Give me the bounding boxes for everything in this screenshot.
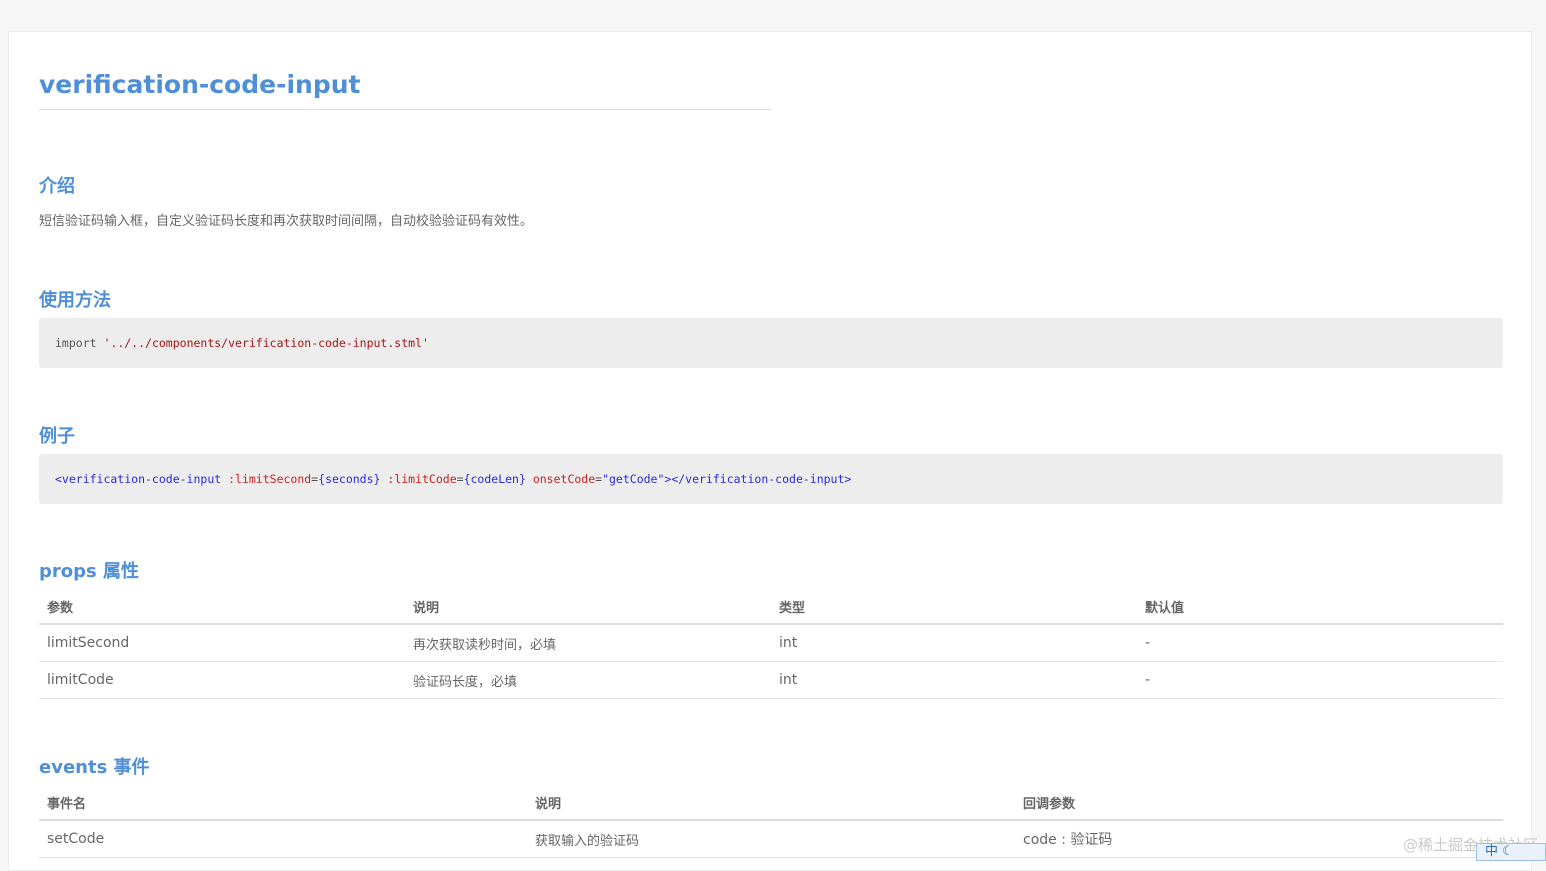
table-header-cell: 说明 — [405, 589, 771, 625]
table-cell: - — [1137, 661, 1503, 699]
ime-tray[interactable]: 中 ☾ — [1476, 843, 1546, 861]
props-heading: props 属性 — [39, 561, 139, 582]
table-cell: 获取输入的验证码 — [527, 820, 1015, 858]
table-cell: int — [771, 661, 1137, 699]
table-cell: 再次获取读秒时间，必填 — [405, 624, 771, 662]
table-cell: limitSecond — [39, 624, 405, 662]
page-title: verification-code-input — [39, 70, 361, 99]
usage-code-block: import '../../components/verification-co… — [39, 318, 1503, 368]
table-header-row: 事件名 说明 回调参数 — [39, 785, 1503, 821]
table-row: setCode 获取输入的验证码 code : 验证码 — [39, 820, 1503, 858]
table-cell: - — [1137, 624, 1503, 662]
code-attr-limit-second: :limitSecond — [228, 472, 312, 486]
table-header-cell: 说明 — [527, 785, 1015, 821]
intro-heading: 介绍 — [39, 176, 75, 197]
ime-label: 中 — [1485, 844, 1499, 859]
table-header-cell: 事件名 — [39, 785, 527, 821]
table-cell: 验证码长度，必填 — [405, 661, 771, 699]
table-row: limitSecond 再次获取读秒时间，必填 int - — [39, 624, 1503, 662]
table-header-cell: 类型 — [771, 589, 1137, 625]
code-val-seconds: {seconds} — [318, 472, 381, 486]
code-eq: = — [456, 472, 464, 486]
table-header-cell: 参数 — [39, 589, 405, 625]
document-page: verification-code-input 介绍 短信验证码输入框，自定义验… — [8, 31, 1532, 871]
code-attr-onsetcode: onsetCode — [532, 472, 596, 486]
moon-icon: ☾ — [1502, 844, 1514, 859]
table-header-cell: 回调参数 — [1015, 785, 1503, 821]
events-heading: events 事件 — [39, 757, 150, 778]
code-attr-limit-code: :limitCode — [387, 472, 457, 486]
example-heading: 例子 — [39, 426, 75, 447]
code-import-keyword: import — [55, 336, 97, 350]
usage-heading: 使用方法 — [39, 290, 111, 311]
table-cell: limitCode — [39, 661, 405, 699]
table-header-cell: 默认值 — [1137, 589, 1503, 625]
props-table: 参数 说明 类型 默认值 limitSecond 再次获取读秒时间，必填 int… — [39, 589, 1503, 699]
table-cell: int — [771, 624, 1137, 662]
intro-text: 短信验证码输入框，自定义验证码长度和再次获取时间间隔，自动校验验证码有效性。 — [39, 214, 534, 229]
table-header-row: 参数 说明 类型 默认值 — [39, 589, 1503, 625]
events-table: 事件名 说明 回调参数 setCode 获取输入的验证码 code : 验证码 — [39, 785, 1503, 858]
title-divider — [39, 109, 771, 110]
example-code-block: <verification-code-input :limitSecond = {s… — [39, 454, 1503, 504]
code-import-path: '../../components/verification-code-inpu… — [103, 336, 429, 350]
table-row: limitCode 验证码长度，必填 int - — [39, 661, 1503, 699]
code-val-codelen: {codeLen} — [463, 472, 526, 486]
code-open-tag: <verification-code-input — [55, 472, 222, 486]
code-val-getcode: "getCode" — [602, 472, 665, 486]
code-close-tag: ></verification-code-input> — [664, 472, 852, 486]
table-cell: setCode — [39, 820, 527, 858]
